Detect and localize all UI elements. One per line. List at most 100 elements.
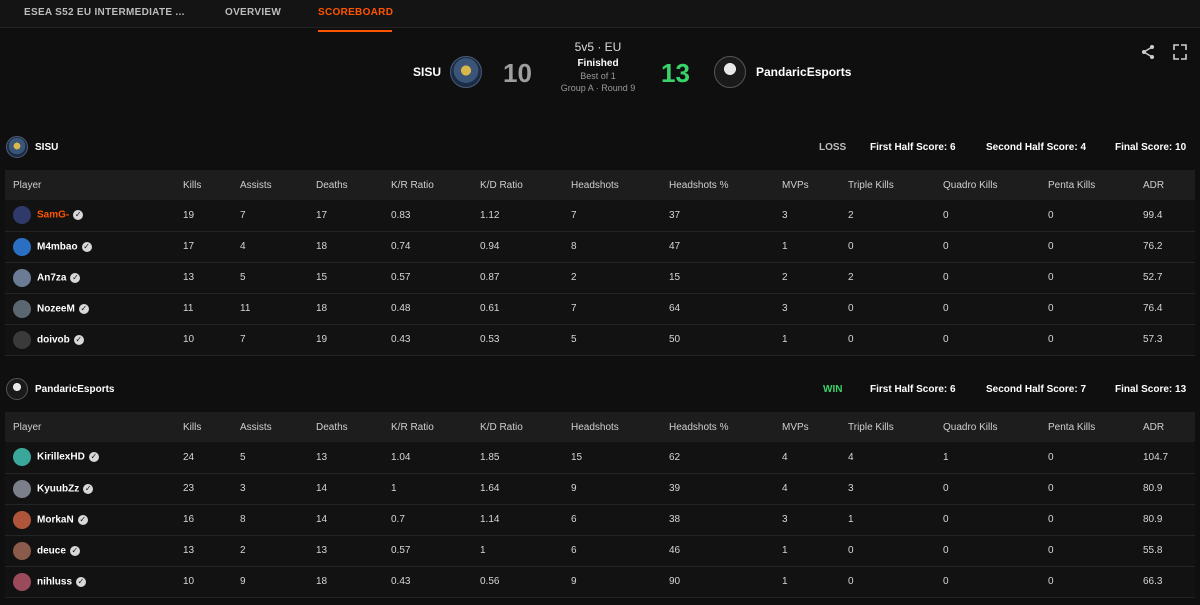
stat-kills: 19 (175, 200, 232, 232)
avatar[interactable] (13, 541, 31, 560)
stat-kills: 11 (175, 293, 232, 325)
team2-second-half-score: Second Half Score: 7 (986, 384, 1087, 395)
column-header-quadro-kills[interactable]: Quadro Kills (935, 412, 1040, 442)
stat-kr-ratio: 0.7 (383, 504, 472, 536)
table-row[interactable]: An7za ✓ 13 5 15 0.57 0.87 2 15 2 2 0 0 52.7 (5, 262, 1195, 294)
column-header-headshots-pct[interactable]: Headshots % (661, 412, 774, 442)
avatar[interactable] (13, 268, 31, 287)
player-name[interactable]: KirillexHD (37, 452, 85, 463)
column-header-triple-kills[interactable]: Triple Kills (840, 412, 935, 442)
player-name[interactable]: KyuubZz (37, 483, 79, 494)
player-name[interactable]: SamG- (37, 210, 69, 221)
verified-check-icon: ✓ (78, 303, 89, 314)
stat-assists: 9 (232, 566, 308, 598)
avatar[interactable] (13, 330, 31, 349)
match-info: 5v5 · EU Finished Best of 1 Group A · Ro… (540, 40, 656, 93)
stat-assists: 7 (232, 324, 308, 356)
verified-check-icon: ✓ (73, 334, 84, 345)
stat-kr-ratio: 1.04 (383, 442, 472, 474)
player-name[interactable]: deuce (37, 545, 66, 556)
stat-kd-ratio: 0.53 (472, 324, 563, 356)
player-name[interactable]: NozeeM (37, 303, 75, 314)
table-row[interactable]: SamG- ✓ 19 7 17 0.83 1.12 7 37 3 2 0 0 99.4 (5, 200, 1195, 232)
column-header-headshots[interactable]: Headshots (563, 170, 661, 200)
avatar[interactable] (13, 206, 31, 225)
table-row[interactable]: KyuubZz ✓ 23 3 14 1 1.64 9 39 4 3 0 0 80.9 (5, 473, 1195, 505)
expand-icon[interactable] (1173, 44, 1187, 64)
player-name[interactable]: nihluss (37, 576, 72, 587)
table-row[interactable]: NozeeM ✓ 11 11 18 0.48 0.61 7 64 3 0 0 0 76.4 (5, 293, 1195, 325)
avatar[interactable] (13, 448, 31, 467)
stat-assists: 5 (232, 262, 308, 294)
team1-first-half-score: First Half Score: 6 (870, 142, 956, 153)
column-header-penta-kills[interactable]: Penta Kills (1040, 412, 1135, 442)
stat-headshots-pct: 46 (661, 535, 774, 567)
player-cell[interactable]: nihluss ✓ (5, 566, 175, 598)
column-header-adr[interactable]: ADR (1135, 170, 1195, 200)
pandaric-logo-icon[interactable] (714, 56, 746, 88)
player-name[interactable]: M4mbao (37, 241, 78, 252)
column-header-quadro-kills[interactable]: Quadro Kills (935, 170, 1040, 200)
column-header-assists[interactable]: Assists (232, 412, 308, 442)
column-header-kr-ratio[interactable]: K/R Ratio (383, 412, 472, 442)
stat-mvps: 4 (774, 473, 840, 505)
stat-penta-kills: 0 (1040, 293, 1135, 325)
player-name[interactable]: An7za (37, 272, 66, 283)
player-name[interactable]: doivob (37, 334, 70, 345)
player-cell[interactable]: An7za ✓ (5, 262, 175, 294)
player-name[interactable]: MorkaN (37, 514, 74, 525)
stat-quadro-kills: 0 (935, 293, 1040, 325)
column-header-headshots-pct[interactable]: Headshots % (661, 170, 774, 200)
team2-first-half-score: First Half Score: 6 (870, 384, 956, 395)
player-cell[interactable]: deuce ✓ (5, 535, 175, 567)
column-header-kd-ratio[interactable]: K/D Ratio (472, 170, 563, 200)
table-row[interactable]: deuce ✓ 13 2 13 0.57 1 6 46 1 0 0 0 55.8 (5, 535, 1195, 567)
column-header-kr-ratio[interactable]: K/R Ratio (383, 170, 472, 200)
player-cell[interactable]: SamG- ✓ (5, 200, 175, 232)
avatar[interactable] (13, 510, 31, 529)
stat-deaths: 14 (308, 504, 383, 536)
avatar[interactable] (13, 572, 31, 591)
stat-headshots-pct: 90 (661, 566, 774, 598)
player-cell[interactable]: NozeeM ✓ (5, 293, 175, 325)
avatar[interactable] (13, 479, 31, 498)
player-cell[interactable]: KyuubZz ✓ (5, 473, 175, 505)
player-cell[interactable]: KirillexHD ✓ (5, 442, 175, 474)
share-icon[interactable] (1140, 44, 1156, 64)
table-row[interactable]: doivob ✓ 10 7 19 0.43 0.53 5 50 1 0 0 0 57.3 (5, 324, 1195, 356)
column-header-player[interactable]: Player (5, 412, 175, 442)
stat-penta-kills: 0 (1040, 231, 1135, 263)
stat-quadro-kills: 0 (935, 566, 1040, 598)
column-header-headshots[interactable]: Headshots (563, 412, 661, 442)
column-header-player[interactable]: Player (5, 170, 175, 200)
team2-name[interactable]: PandaricEsports (756, 65, 851, 79)
column-header-kills[interactable]: Kills (175, 170, 232, 200)
column-header-penta-kills[interactable]: Penta Kills (1040, 170, 1135, 200)
table-row[interactable]: KirillexHD ✓ 24 5 13 1.04 1.85 15 62 4 4 1 0 104.7 (5, 442, 1195, 474)
table-row[interactable]: nihluss ✓ 10 9 18 0.43 0.56 9 90 1 0 0 0 66.3 (5, 566, 1195, 598)
table-row[interactable]: MorkaN ✓ 16 8 14 0.7 1.14 6 38 3 1 0 0 80.9 (5, 504, 1195, 536)
stat-assists: 8 (232, 504, 308, 536)
stat-headshots-pct: 39 (661, 473, 774, 505)
player-cell[interactable]: doivob ✓ (5, 324, 175, 356)
player-cell[interactable]: MorkaN ✓ (5, 504, 175, 536)
column-header-assists[interactable]: Assists (232, 170, 308, 200)
column-header-triple-kills[interactable]: Triple Kills (840, 170, 935, 200)
column-header-adr[interactable]: ADR (1135, 412, 1195, 442)
player-cell[interactable]: M4mbao ✓ (5, 231, 175, 263)
avatar[interactable] (13, 237, 31, 256)
column-header-kills[interactable]: Kills (175, 412, 232, 442)
stat-deaths: 17 (308, 200, 383, 232)
column-header-kd-ratio[interactable]: K/D Ratio (472, 412, 563, 442)
stat-kd-ratio: 1.12 (472, 200, 563, 232)
column-header-mvps[interactable]: MVPs (774, 170, 840, 200)
team1-name[interactable]: SISU (413, 65, 441, 79)
column-header-mvps[interactable]: MVPs (774, 412, 840, 442)
avatar[interactable] (13, 299, 31, 318)
table-row[interactable]: M4mbao ✓ 17 4 18 0.74 0.94 8 47 1 0 0 0 76.2 (5, 231, 1195, 263)
column-header-deaths[interactable]: Deaths (308, 412, 383, 442)
sisu-logo-icon[interactable] (450, 56, 482, 88)
stat-adr: 76.4 (1135, 293, 1195, 325)
column-header-deaths[interactable]: Deaths (308, 170, 383, 200)
stat-mvps: 3 (774, 200, 840, 232)
